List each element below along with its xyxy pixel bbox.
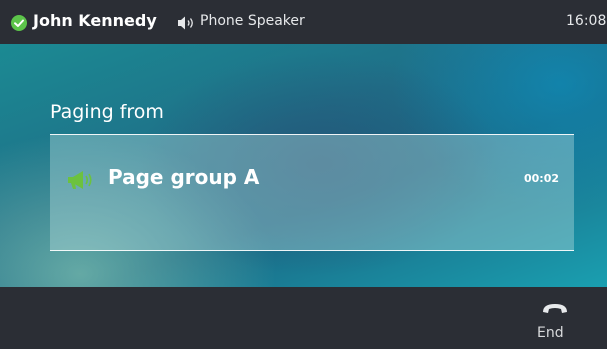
clock: 16:08 xyxy=(566,13,607,29)
speaker-volume-icon xyxy=(177,15,197,31)
megaphone-icon xyxy=(66,169,94,191)
phone-screen: John Kennedy Phone Speaker 16:08 Paging … xyxy=(0,0,607,349)
end-button[interactable]: End xyxy=(532,287,578,349)
status-bar: John Kennedy Phone Speaker 16:08 xyxy=(0,0,607,44)
user-name: John Kennedy xyxy=(33,11,157,30)
audio-mode-label: Phone Speaker xyxy=(200,13,305,29)
end-label: End xyxy=(537,325,564,341)
paging-duration: 00:02 xyxy=(524,172,560,185)
page-group-card[interactable]: Page group A 00:02 xyxy=(50,134,574,251)
handset-hangup-icon xyxy=(539,301,571,317)
paging-heading: Paging from xyxy=(50,101,164,123)
page-group-name: Page group A xyxy=(108,165,260,189)
paging-panel: Paging from Page group A 00:02 xyxy=(0,44,607,287)
check-circle-icon xyxy=(11,15,27,31)
softkey-bar: End xyxy=(0,287,607,349)
